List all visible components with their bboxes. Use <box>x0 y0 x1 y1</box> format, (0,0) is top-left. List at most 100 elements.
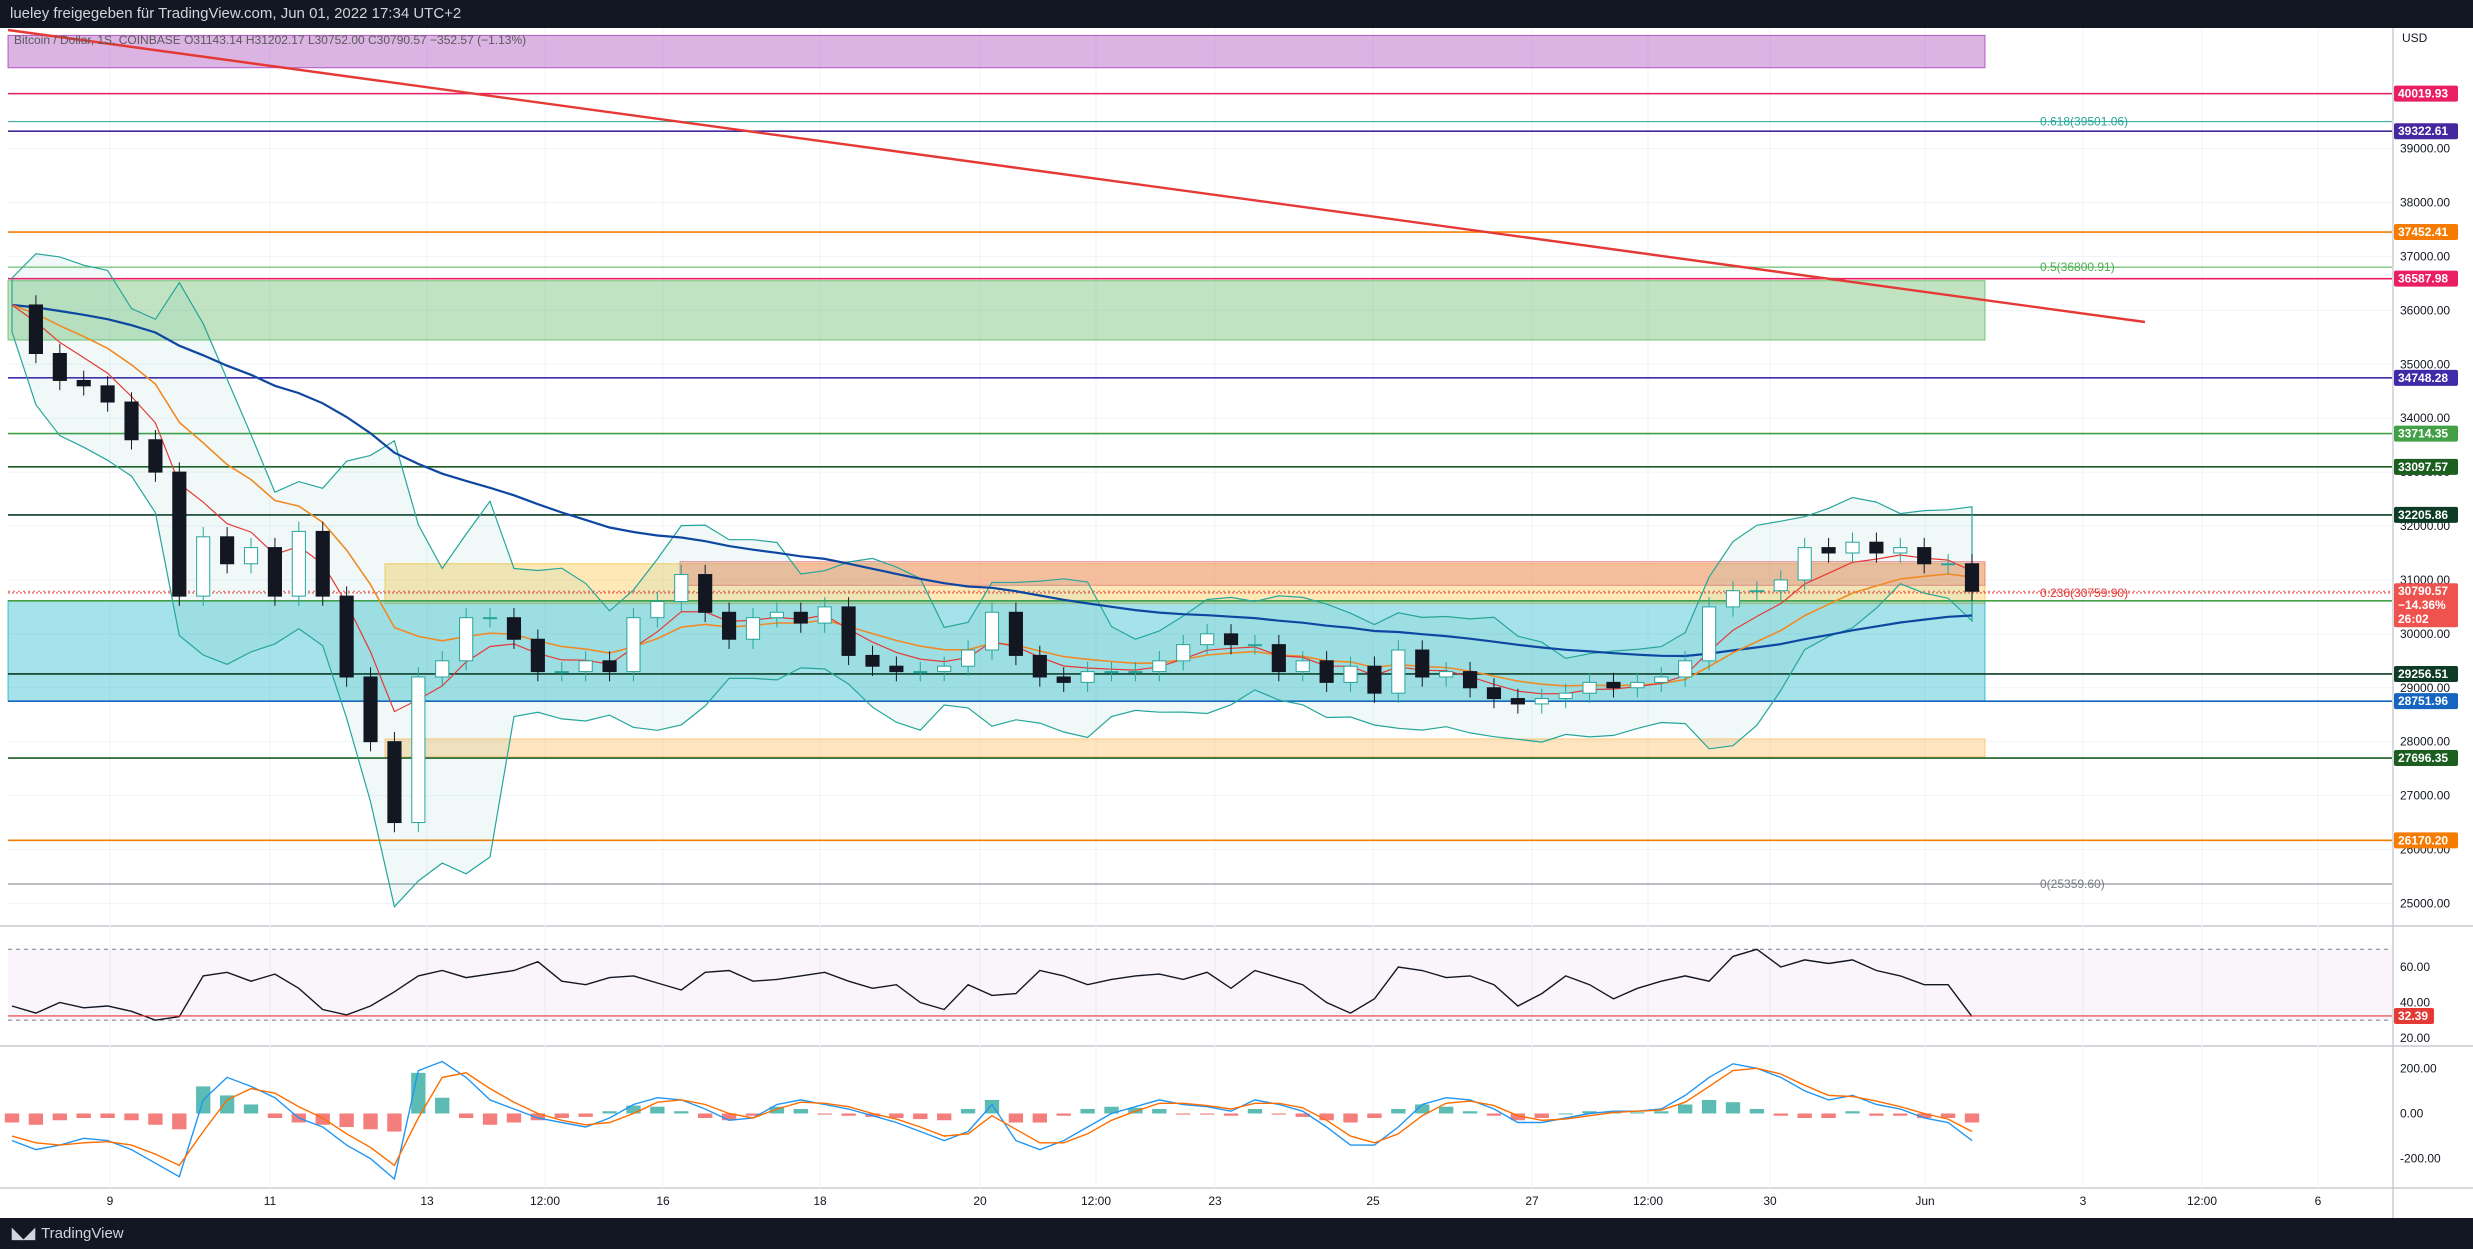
candle <box>865 654 880 667</box>
macd-histogram-bar <box>913 1113 928 1120</box>
macd-histogram-bar <box>1462 1111 1478 1114</box>
candle <box>1917 547 1932 565</box>
time-tick-label: 23 <box>1208 1194 1222 1208</box>
candle <box>387 741 402 824</box>
candle <box>363 676 378 743</box>
candle <box>1702 606 1717 662</box>
level-badge-label: 40019.93 <box>2398 87 2448 101</box>
time-tick-label: 11 <box>264 1194 277 1208</box>
macd-histogram-bar <box>435 1097 450 1114</box>
fib-label: 0.236(30759.90) <box>2040 586 2128 600</box>
candle <box>1869 541 1884 554</box>
time-tick-label: 25 <box>1366 1194 1380 1208</box>
macd-histogram-bar <box>1749 1108 1765 1114</box>
candle <box>674 574 689 603</box>
candle <box>889 665 904 673</box>
candle <box>817 606 832 624</box>
candle <box>722 611 737 640</box>
time-tick-label: 6 <box>2315 1194 2322 1208</box>
macd-histogram-bar <box>4 1113 20 1123</box>
macd-histogram-bar <box>1008 1113 1024 1123</box>
brand-name: TradingView <box>41 1225 124 1242</box>
candle <box>1893 547 1908 554</box>
fib-label: 0.5(36800.91) <box>2040 260 2115 274</box>
macd-histogram-bar <box>1678 1104 1693 1114</box>
macd-histogram-bar <box>1271 1113 1286 1115</box>
candle <box>841 606 856 656</box>
macd-histogram-bar <box>1247 1108 1263 1114</box>
macd-histogram-bar <box>1845 1111 1860 1114</box>
macd-histogram-bar <box>124 1113 139 1121</box>
rsi-tick-label: 40.00 <box>2400 995 2430 1009</box>
macd-histogram-bar <box>1176 1113 1191 1115</box>
macd-histogram-bar <box>243 1104 259 1114</box>
candle <box>530 638 545 673</box>
macd-histogram-bar <box>1080 1108 1095 1114</box>
candle <box>1200 633 1215 646</box>
macd-histogram-bar <box>841 1113 856 1116</box>
macd-histogram-bar <box>28 1113 44 1125</box>
macd-histogram-bar <box>1701 1099 1717 1114</box>
price-zone <box>7 280 1986 341</box>
macd-histogram-bar <box>1534 1113 1549 1118</box>
candle <box>1152 660 1167 673</box>
macd-histogram-bar <box>363 1113 378 1130</box>
time-tick-label: 12:00 <box>1633 1194 1663 1208</box>
tv-logo-icon: ◣◢ <box>12 1225 36 1242</box>
candle <box>1104 671 1119 674</box>
price-axis-unit: USD <box>2402 31 2428 45</box>
candle <box>554 671 569 674</box>
fib-label: 0(25359.60) <box>2040 877 2105 891</box>
candle <box>1797 547 1812 581</box>
price-zone <box>384 738 1986 758</box>
macd-histogram-bar <box>52 1113 67 1121</box>
time-tick-label: 20 <box>973 1194 987 1208</box>
macd-histogram-bar <box>100 1113 115 1118</box>
price-tick-label: 27000.00 <box>2400 789 2450 803</box>
price-tick-label: 36000.00 <box>2400 303 2450 317</box>
macd-histogram-bar <box>1773 1113 1788 1116</box>
level-badge-label: 28751.96 <box>2398 694 2448 708</box>
time-tick-label: 27 <box>1525 1194 1539 1208</box>
candle <box>28 304 43 354</box>
macd-histogram-bar <box>267 1113 283 1118</box>
candle <box>1773 579 1788 592</box>
macd-tick-label: 0.00 <box>2400 1106 2424 1120</box>
price-tick-label: 37000.00 <box>2400 249 2450 263</box>
level-badge-label: 33097.57 <box>2398 460 2448 474</box>
macd-line <box>11 1060 1973 1181</box>
candle <box>698 574 713 613</box>
macd-histogram-bar <box>1056 1113 1071 1116</box>
candle <box>1319 660 1334 683</box>
candle <box>1941 563 1956 566</box>
candle <box>411 676 426 824</box>
candle <box>745 617 761 640</box>
time-tick-label: 18 <box>813 1194 827 1208</box>
macd-histogram-bar <box>1869 1113 1884 1116</box>
price-tick-label: 25000.00 <box>2400 896 2450 910</box>
macd-histogram-bar <box>1964 1113 1980 1123</box>
macd-tick-label: -200.00 <box>2400 1152 2441 1166</box>
level-badge-label: 26170.20 <box>2398 833 2448 847</box>
candle <box>1462 671 1478 689</box>
level-badge-label: 33714.35 <box>2398 427 2448 441</box>
level-badge-label: 29256.51 <box>2398 667 2448 681</box>
candle <box>459 617 474 662</box>
candle <box>769 611 784 619</box>
macd-histogram-bar <box>817 1113 832 1115</box>
chart-canvas[interactable]: 0.618(39501.06) 0.5(36800.91) 0.236(30759.… <box>0 28 2473 1218</box>
share-caption: lueley freigegeben für TradingView.com, … <box>10 5 462 22</box>
time-tick-label: 13 <box>420 1194 434 1208</box>
macd-histogram-bar <box>1032 1113 1047 1123</box>
macd-histogram-bar <box>1152 1108 1167 1114</box>
macd-histogram-bar <box>698 1113 713 1118</box>
time-tick-label: Jun <box>1915 1194 1934 1208</box>
macd-histogram-bar <box>793 1108 808 1114</box>
time-axis[interactable]: 9 11 13 12:00 16 18 20 12:00 23 25 27 12:00 30 Jun 3 12… <box>107 1194 2322 1208</box>
candle <box>1486 687 1502 700</box>
chart-legend: Bitcoin / Dollar, 1S, COINBASE O31143.14… <box>14 33 526 47</box>
time-tick-label: 30 <box>1763 1194 1777 1208</box>
candle <box>1247 644 1262 647</box>
candle <box>1654 676 1669 683</box>
macd-histogram-bar <box>1486 1113 1502 1116</box>
